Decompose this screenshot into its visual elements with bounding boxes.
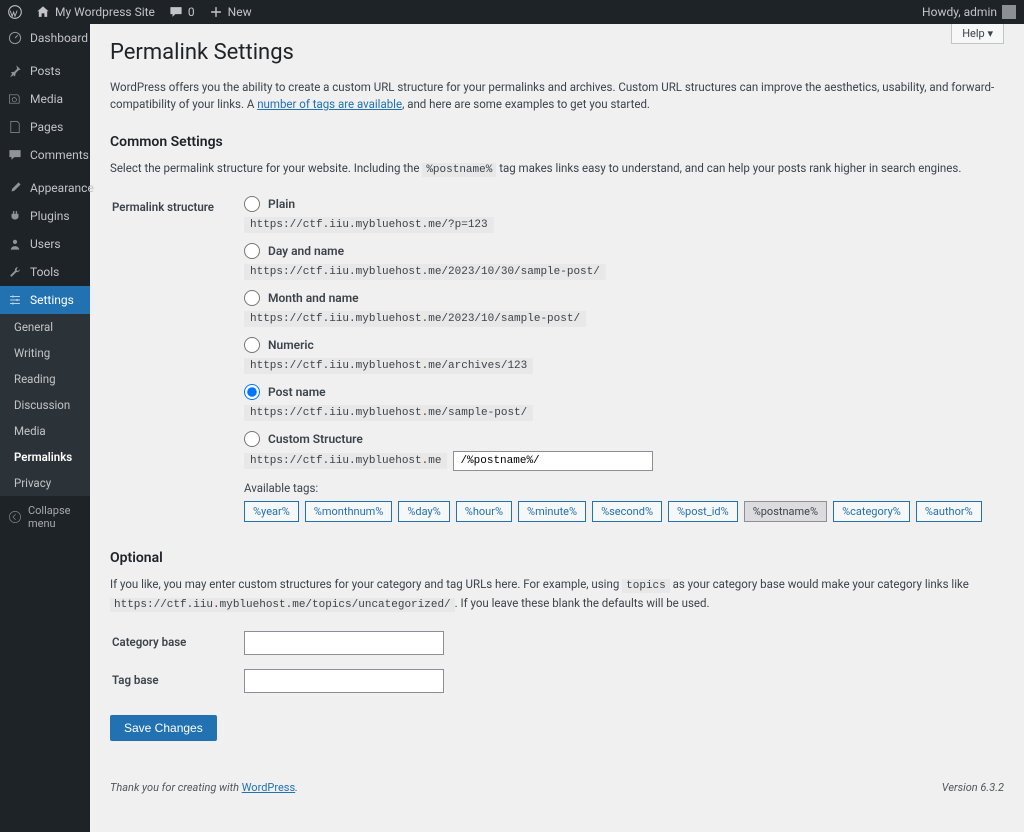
avatar <box>1002 5 1016 19</box>
menu-pages[interactable]: Pages <box>0 113 90 141</box>
media-icon <box>8 92 22 106</box>
menu-dashboard[interactable]: Dashboard <box>0 24 90 52</box>
admin-sidebar: Dashboard Posts Media Pages Comments App… <box>0 24 90 832</box>
submenu-general[interactable]: General <box>0 314 90 340</box>
custom-label: Custom Structure <box>268 432 363 446</box>
monthname-url: https://ctf.iiu.mybluehost.me/2023/10/sa… <box>244 311 586 327</box>
tag-minute[interactable]: %minute% <box>518 501 586 522</box>
category-base-label: Category base <box>112 625 242 661</box>
tag-category[interactable]: %category% <box>833 501 910 522</box>
radio-dayname[interactable] <box>244 243 260 259</box>
site-name-link[interactable]: My Wordpress Site <box>36 5 155 19</box>
example-url-code: https://ctf.iiu.mybluehost.me/topics/unc… <box>110 598 455 612</box>
menu-users[interactable]: Users <box>0 230 90 258</box>
plug-icon <box>8 209 22 223</box>
available-tags: %year% %monthnum% %day% %hour% %minute% … <box>244 501 1002 522</box>
tag-monthnum[interactable]: %monthnum% <box>305 501 393 522</box>
page-icon <box>8 120 22 134</box>
wordpress-link[interactable]: WordPress <box>242 781 295 794</box>
submenu-media[interactable]: Media <box>0 418 90 444</box>
comments-link[interactable]: 0 <box>169 5 195 19</box>
tag-author[interactable]: %author% <box>916 501 982 522</box>
permalink-structure-label: Permalink structure <box>112 190 242 528</box>
monthname-label: Month and name <box>268 291 359 305</box>
submenu-discussion[interactable]: Discussion <box>0 392 90 418</box>
menu-media[interactable]: Media <box>0 85 90 113</box>
main-content: Help ▾ Permalink Settings WordPress offe… <box>90 24 1024 832</box>
tag-year[interactable]: %year% <box>244 501 299 522</box>
dayname-url: https://ctf.iiu.mybluehost.me/2023/10/30… <box>244 264 606 280</box>
comment-icon <box>8 148 22 162</box>
radio-plain[interactable] <box>244 196 260 212</box>
dayname-label: Day and name <box>268 244 344 258</box>
tag-base-input[interactable] <box>244 669 444 693</box>
plain-url: https://ctf.iiu.mybluehost.me/?p=123 <box>244 217 494 233</box>
intro-text: WordPress offers you the ability to crea… <box>110 79 1004 114</box>
tags-available-link[interactable]: number of tags are available <box>257 97 402 111</box>
wrench-icon <box>8 265 22 279</box>
menu-posts[interactable]: Posts <box>0 57 90 85</box>
numeric-label: Numeric <box>268 338 314 352</box>
tag-second[interactable]: %second% <box>592 501 662 522</box>
howdy-account[interactable]: Howdy, admin <box>922 5 1016 19</box>
topics-code: topics <box>622 579 670 593</box>
brush-icon <box>8 181 22 195</box>
submenu-writing[interactable]: Writing <box>0 340 90 366</box>
custom-base-url: https://ctf.iiu.mybluehost.me <box>244 453 447 469</box>
radio-custom[interactable] <box>244 431 260 447</box>
collapse-icon <box>8 510 22 524</box>
optional-heading: Optional <box>110 550 1004 566</box>
wp-logo[interactable] <box>8 5 22 19</box>
footer: Thank you for creating with WordPress. V… <box>110 781 1004 794</box>
category-base-input[interactable] <box>244 631 444 655</box>
submenu-reading[interactable]: Reading <box>0 366 90 392</box>
optional-desc: If you like, you may enter custom struct… <box>110 576 1004 613</box>
page-title: Permalink Settings <box>110 40 1004 65</box>
common-settings-heading: Common Settings <box>110 134 1004 150</box>
postname-tag-inline: %postname% <box>422 163 496 177</box>
plain-label: Plain <box>268 197 295 211</box>
custom-structure-input[interactable] <box>453 451 653 471</box>
dashboard-icon <box>8 31 22 45</box>
submenu-privacy[interactable]: Privacy <box>0 470 90 496</box>
new-link[interactable]: New <box>209 5 252 19</box>
tag-base-label: Tag base <box>112 663 242 699</box>
postname-url: https://ctf.iiu.mybluehost.me/sample-pos… <box>244 405 533 421</box>
radio-monthname[interactable] <box>244 290 260 306</box>
menu-comments[interactable]: Comments <box>0 141 90 169</box>
tag-postname[interactable]: %postname% <box>744 501 827 522</box>
user-icon <box>8 237 22 251</box>
collapse-menu[interactable]: Collapse menu <box>0 496 90 538</box>
settings-submenu: General Writing Reading Discussion Media… <box>0 314 90 496</box>
submenu-permalinks[interactable]: Permalinks <box>0 444 90 470</box>
tag-hour[interactable]: %hour% <box>456 501 512 522</box>
menu-tools[interactable]: Tools <box>0 258 90 286</box>
radio-numeric[interactable] <box>244 337 260 353</box>
sliders-icon <box>8 293 22 307</box>
help-button[interactable]: Help ▾ <box>951 24 1004 44</box>
pin-icon <box>8 64 22 78</box>
menu-appearance[interactable]: Appearance <box>0 174 90 202</box>
tag-postid[interactable]: %post_id% <box>668 501 738 522</box>
admin-toolbar: My Wordpress Site 0 New Howdy, admin <box>0 0 1024 24</box>
save-changes-button[interactable]: Save Changes <box>110 715 217 741</box>
postname-label: Post name <box>268 385 326 399</box>
available-tags-label: Available tags: <box>244 481 1002 495</box>
version-text: Version 6.3.2 <box>942 781 1004 794</box>
radio-postname[interactable] <box>244 384 260 400</box>
menu-settings[interactable]: Settings <box>0 286 90 314</box>
common-settings-desc: Select the permalink structure for your … <box>110 160 1004 179</box>
tag-day[interactable]: %day% <box>398 501 449 522</box>
menu-plugins[interactable]: Plugins <box>0 202 90 230</box>
numeric-url: https://ctf.iiu.mybluehost.me/archives/1… <box>244 358 533 374</box>
